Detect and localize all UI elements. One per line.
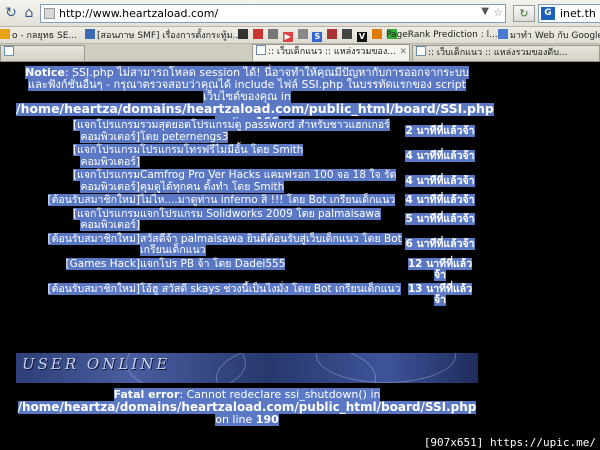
search-engine-icon[interactable]: G xyxy=(541,7,555,20)
post-time: 13 นาทีที่แล้วจ้า xyxy=(407,282,473,306)
fatal-on-line: on line xyxy=(215,413,253,426)
post-category-link[interactable]: [ต้อนรับสมาชิกใหม่] xyxy=(47,232,140,245)
bookmark-item[interactable]: o - กลยุทธ SE... xyxy=(0,29,77,42)
recent-posts-table: [แจกโปรแกรมคอมพิวเตอร์] รวมสุดยอดโปรแกรม… xyxy=(16,119,478,308)
red-icon[interactable] xyxy=(327,29,338,39)
tab-inactive[interactable]: :: เว็บเด็กแนว :: แหล่งรวมของดีบ... xyxy=(412,45,600,61)
site-favicon-icon xyxy=(44,8,55,19)
tab-active[interactable]: :: เว็บเด็กแนว :: แหล่งรวมของ... ✕ xyxy=(252,44,410,61)
notice-path: /home/heartza/domains/heartzaload.com/pu… xyxy=(16,101,494,116)
forum-icon xyxy=(85,29,95,39)
orange-icon[interactable] xyxy=(371,29,382,39)
user-online-banner: USER ONLINE xyxy=(16,353,478,383)
table-row: [แจกโปรแกรมคอมพิวเตอร์] Camfrog Pro Ver … xyxy=(16,169,478,194)
chevron-down-icon[interactable]: ▼ xyxy=(481,6,489,17)
close-tab-icon[interactable]: ✕ xyxy=(399,45,407,60)
image-host-watermark: [907x651] https://upic.me/ xyxy=(423,436,596,449)
search-input[interactable]: G inet.th xyxy=(538,4,600,23)
gray-icon[interactable] xyxy=(267,29,278,39)
post-title-link[interactable]: รวมสุดยอดโปรแกรมดู password สำหรับชาวแฮก… xyxy=(140,119,390,143)
post-category-link[interactable]: [แจกโปรแกรมคอมพิวเตอร์] xyxy=(72,207,140,231)
page-icon xyxy=(4,46,14,56)
post-title-link[interactable]: โอ้ฮู สวัสดี skays ช่วงนี้เป็นไงมั่ง โดย… xyxy=(140,282,401,295)
post-time: 5 นาทีที่แล้วจ้า xyxy=(405,213,475,226)
globe-icon xyxy=(498,29,508,39)
post-category-link[interactable]: [แจกโปรแกรมคอมพิวเตอร์] xyxy=(72,169,140,193)
navigation-toolbar: ↻ ⌂ http://www.heartzaload.com/ ▼ ☆ ↻ G … xyxy=(0,0,600,27)
php-fatal-error: Fatal error: Cannot redeclare ssi_shutdo… xyxy=(16,388,478,426)
post-time: 4 นาทีที่แล้วจ้า xyxy=(405,194,475,206)
v-icon[interactable]: V xyxy=(357,32,367,42)
bookmarks-toolbar: o - กลยุทธ SE... [สอนภาษ SMF] เรื่องการต… xyxy=(0,27,600,44)
post-category-link[interactable]: [ต้อนรับสมาชิกใหม่] xyxy=(47,194,140,206)
bookmark-icon-strip: ▶ S V xyxy=(238,29,399,42)
youtube-icon[interactable]: ▶ xyxy=(282,32,293,42)
post-category-link[interactable]: [แจกโปรแกรมคอมพิวเตอร์] xyxy=(72,144,140,168)
post-category-link[interactable]: [ต้อนรับสมาชิกใหม่] xyxy=(47,282,140,295)
url-text[interactable]: http://www.heartzaload.com/ xyxy=(59,7,218,20)
bookmark-item[interactable]: มาทำ Web กับ Google ... xyxy=(498,29,600,42)
banner-logo: USER ONLINE xyxy=(22,355,171,373)
dark-icon[interactable] xyxy=(342,29,353,39)
notice-message: : SSI.php ไม่สามารถโหลด session ได้! นี่… xyxy=(28,66,469,103)
reload-icon[interactable]: ↻ xyxy=(2,4,20,22)
page-content: Notice: SSI.php ไม่สามารถโหลด session ได… xyxy=(0,63,600,450)
bookmark-item[interactable]: [สอนภาษ SMF] เรื่องการตั้งกระทู้ม... xyxy=(85,29,241,42)
post-time: 4 นาทีที่แล้วจ้า xyxy=(405,174,475,187)
gray-icon[interactable] xyxy=(297,29,308,39)
black-icon[interactable] xyxy=(238,29,248,39)
tab-strip: :: เว็บเด็กแนว :: แหล่งรวมของ... ✕ :: เว… xyxy=(0,44,600,62)
red-icon[interactable] xyxy=(252,29,263,39)
bookmark-item[interactable]: PageRank Prediction : l... xyxy=(386,29,498,42)
address-bar[interactable]: http://www.heartzaload.com/ ▼ ☆ xyxy=(40,4,506,23)
table-row: [Games Hack] แจกโปร PB จ้า โดย Dadei555 … xyxy=(16,257,478,283)
table-row: [แจกโปรแกรมคอมพิวเตอร์] โปรแกรมโทรฟรีไม่… xyxy=(16,144,478,169)
table-row: [ต้อนรับสมาชิกใหม่] สวัสดีจ้า palmaisawa… xyxy=(16,232,478,258)
bookmark-star-icon[interactable]: ☆ xyxy=(493,6,503,19)
post-title-link[interactable]: Camfrog Pro Ver Hacks แคมฟรอก 100 จอ 18 … xyxy=(140,169,397,193)
table-row: [แจกโปรแกรมคอมพิวเตอร์] แจกโปรแกรม Solid… xyxy=(16,207,478,233)
post-category-link[interactable]: [แจกโปรแกรมคอมพิวเตอร์] xyxy=(72,119,140,143)
go-button[interactable]: ↻ xyxy=(513,5,535,22)
post-category-link[interactable]: [Games Hack] xyxy=(65,257,140,270)
post-time: 12 นาทีที่แล้วจ้า xyxy=(407,257,473,281)
home-icon[interactable]: ⌂ xyxy=(20,4,38,22)
post-title-link[interactable]: สวัสดีจ้า palmaisawa ยินดีต้อนรับสู่เว็บ… xyxy=(140,232,402,256)
page-icon xyxy=(416,46,426,56)
table-row: [แจกโปรแกรมคอมพิวเตอร์] รวมสุดยอดโปรแกรม… xyxy=(16,119,478,144)
post-title-link[interactable]: ไม่ไห....มาดูท่าน inferno สิ !!! โดย Bot… xyxy=(140,194,396,206)
table-row: [ต้อนรับสมาชิกใหม่] โอ้ฮู สวัสดี skays ช… xyxy=(16,282,478,308)
post-time: 4 นาทีที่แล้วจ้า xyxy=(405,149,475,162)
post-title-link[interactable]: แจกโปรแกรม Solidworks 2009 โดย palmaisaw… xyxy=(140,207,381,220)
table-row: [ต้อนรับสมาชิกใหม่] ไม่ไห....มาดูท่าน in… xyxy=(16,194,478,208)
post-time: 2 นาทีที่แล้วจ้า xyxy=(405,124,475,137)
page-icon xyxy=(256,45,266,55)
fatal-line-number: 190 xyxy=(255,413,279,426)
post-title-link[interactable]: แจกโปร PB จ้า โดย Dadei555 xyxy=(140,257,286,270)
post-time: 6 นาทีที่แล้วจ้า xyxy=(405,238,475,251)
tab-unknown[interactable] xyxy=(0,45,85,61)
folder-icon xyxy=(0,29,10,39)
search-text[interactable]: inet.th xyxy=(560,7,596,20)
fatal-path: /home/heartza/domains/heartzaload.com/pu… xyxy=(17,400,477,414)
s-icon[interactable]: S xyxy=(312,32,323,42)
post-title-link[interactable]: โปรแกรมโทรฟรีไม่มีอั้น โดย Smith xyxy=(140,144,304,156)
